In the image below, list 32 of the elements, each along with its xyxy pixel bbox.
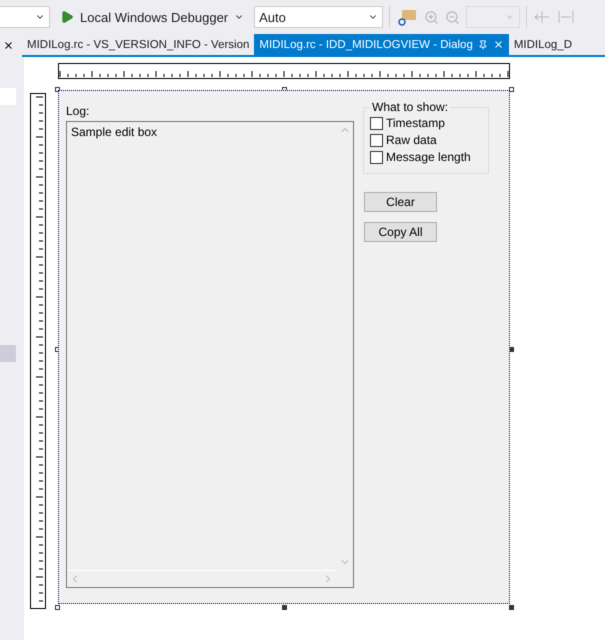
solution-platform-dropdown[interactable] — [0, 6, 50, 28]
checkbox[interactable] — [370, 134, 383, 146]
document-tab[interactable]: MIDILog.rc - IDD_MIDILOGVIEW - Dialog — [254, 34, 509, 55]
close-icon[interactable] — [2, 40, 14, 51]
edit-box-text: Sample edit box — [70, 124, 158, 141]
pin-icon[interactable] — [478, 40, 488, 50]
option-checkbox[interactable]: Timestamp — [370, 116, 482, 130]
document-tab[interactable]: MIDILog.rc - VS_VERSION_INFO - Version — [22, 34, 254, 55]
resize-handle[interactable] — [55, 605, 60, 610]
zoom-in-icon[interactable] — [424, 10, 440, 24]
resize-handle[interactable] — [509, 87, 514, 92]
play-icon — [60, 10, 74, 24]
space-evenly-icon[interactable] — [557, 9, 576, 25]
group-title: What to show: — [371, 100, 450, 114]
option-checkbox[interactable]: Raw data — [370, 133, 482, 147]
zoom-dropdown[interactable] — [466, 6, 520, 28]
checkbox[interactable] — [370, 150, 383, 164]
configuration-dropdown[interactable]: Auto — [254, 6, 384, 28]
dialog-button[interactable]: Copy All — [364, 222, 437, 242]
checkbox[interactable] — [370, 116, 383, 130]
document-tab[interactable]: MIDILog_D — [508, 34, 578, 55]
resize-handle[interactable] — [282, 605, 287, 610]
zoom-out-icon[interactable] — [445, 10, 460, 24]
log-edit-box[interactable]: Sample edit box — [66, 121, 354, 588]
align-icon[interactable] — [533, 9, 552, 25]
resize-handle[interactable] — [509, 605, 514, 610]
folder-search-icon[interactable] — [396, 7, 418, 27]
option-checkbox[interactable]: Message length — [370, 150, 482, 164]
log-label: Log: — [66, 104, 90, 118]
dialog-button[interactable]: Clear — [364, 192, 437, 212]
start-debugger-button[interactable]: Local Windows Debugger — [56, 10, 248, 24]
left-pane-selected-item[interactable] — [0, 345, 16, 362]
